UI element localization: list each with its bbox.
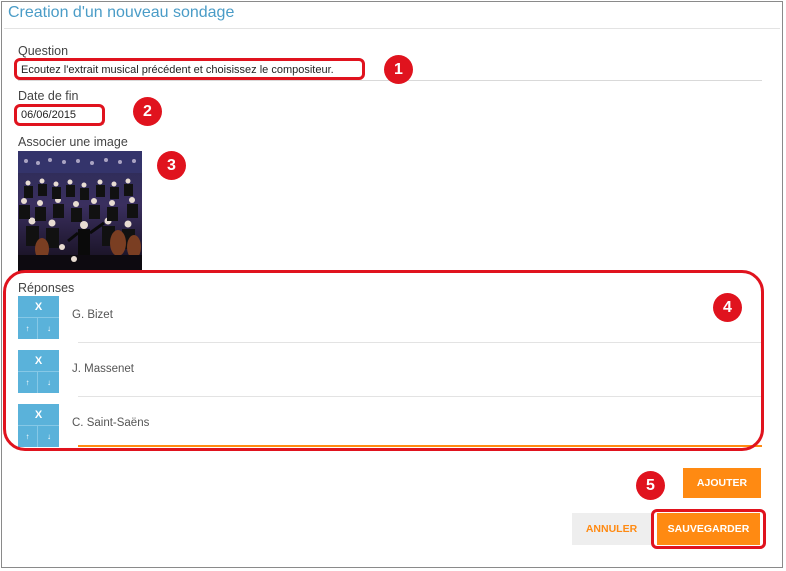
add-answer-button[interactable]: AJOUTER bbox=[683, 468, 761, 498]
orchestra-image[interactable] bbox=[18, 151, 142, 272]
annotation-box-question bbox=[14, 58, 365, 80]
image-label: Associer une image bbox=[18, 135, 128, 149]
annotation-badge-2: 2 bbox=[133, 97, 162, 126]
question-label: Question bbox=[18, 44, 69, 58]
annotation-badge-1: 1 bbox=[384, 55, 413, 84]
annotation-box-answers bbox=[3, 270, 764, 451]
orchestra-picture bbox=[18, 151, 142, 272]
annotation-badge-3: 3 bbox=[157, 151, 186, 180]
annotation-box-save bbox=[651, 509, 766, 549]
title-divider bbox=[4, 28, 780, 29]
dialog-title: Creation d'un nouveau sondage bbox=[8, 4, 235, 21]
cancel-button[interactable]: ANNULER bbox=[572, 513, 651, 545]
annotation-badge-5: 5 bbox=[636, 471, 665, 500]
date-label: Date de fin bbox=[18, 89, 79, 103]
annotation-box-date bbox=[14, 104, 105, 126]
annotation-badge-4: 4 bbox=[713, 293, 742, 322]
